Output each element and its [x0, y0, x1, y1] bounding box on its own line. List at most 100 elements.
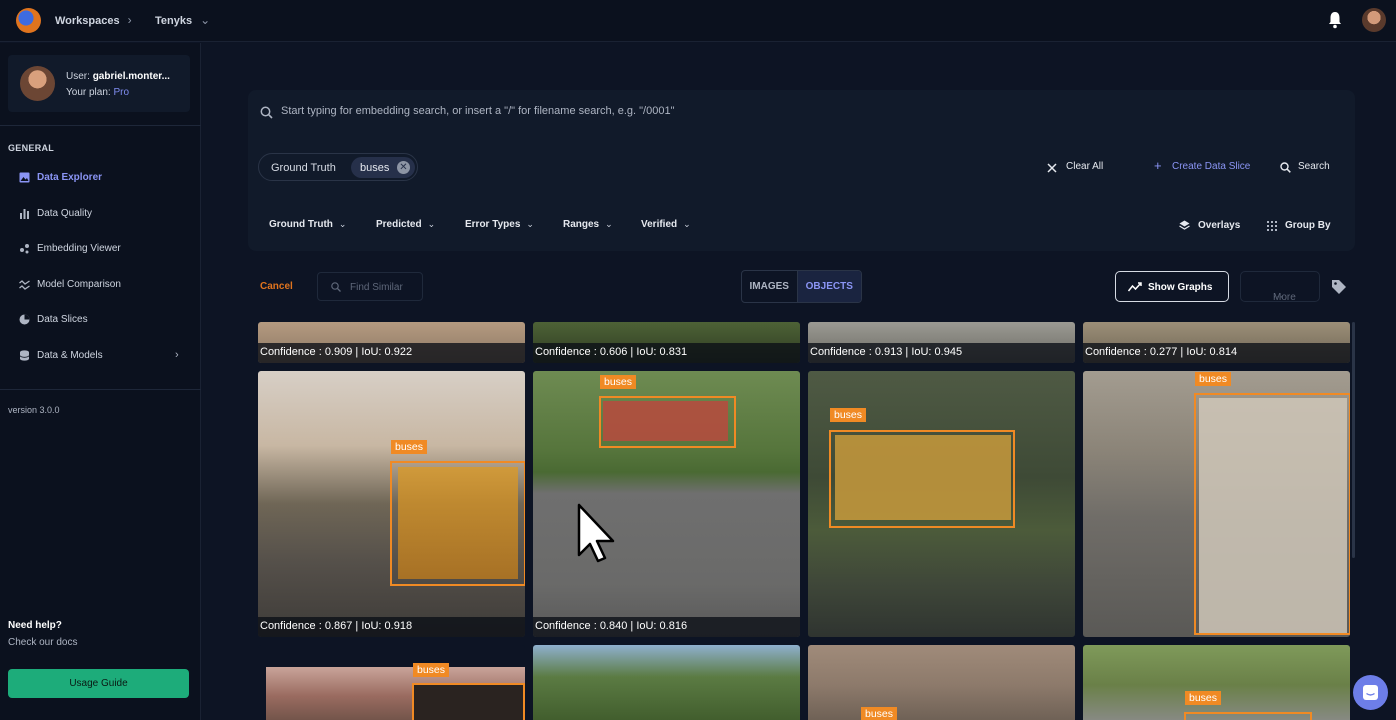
- breadcrumb-project[interactable]: Tenyks ⌄: [155, 13, 210, 27]
- result-card[interactable]: buses: [808, 645, 1075, 720]
- sidebar-item-data-explorer[interactable]: Data Explorer: [0, 162, 201, 192]
- confidence-label: Confidence : 0.867 | IoU: 0.918: [258, 617, 525, 637]
- tag-icon[interactable]: [1331, 279, 1347, 295]
- filter-ground-truth[interactable]: Ground Truth ⌄: [269, 219, 346, 230]
- chevron-down-icon: ⌄: [338, 219, 347, 229]
- search-input[interactable]: Start typing for embedding search, or in…: [281, 105, 675, 117]
- sidebar-item-embedding-viewer[interactable]: Embedding Viewer: [0, 233, 201, 263]
- remove-chip-icon[interactable]: ✕: [397, 161, 410, 174]
- filter-predicted[interactable]: Predicted ⌄: [376, 219, 435, 230]
- mouse-cursor-icon: [577, 503, 615, 563]
- trend-icon: [1128, 282, 1142, 292]
- divider: [0, 125, 201, 126]
- cancel-button[interactable]: Cancel: [260, 281, 293, 292]
- user-card: User: gabriel.monter... Your plan: Pro: [8, 55, 190, 112]
- chip-label: Ground Truth: [271, 162, 336, 174]
- result-card[interactable]: buses: [1083, 645, 1350, 720]
- close-icon: [1047, 163, 1057, 173]
- result-card[interactable]: buses: [1083, 371, 1350, 637]
- filter-ranges[interactable]: Ranges ⌄: [563, 219, 613, 230]
- result-card[interactable]: [533, 645, 800, 720]
- bell-icon[interactable]: [1327, 11, 1343, 29]
- image-icon: [19, 172, 30, 182]
- filter-error-types[interactable]: Error Types ⌄: [465, 219, 534, 230]
- box-label: buses: [830, 408, 867, 422]
- user-plan-line: Your plan: Pro: [66, 87, 130, 98]
- user-name-line: User: gabriel.monter...: [66, 71, 170, 82]
- group-by-button[interactable]: Group By: [1285, 220, 1331, 231]
- chevron-down-icon: ⌄: [427, 219, 436, 229]
- search-icon: [331, 282, 341, 292]
- scatter-icon: [20, 243, 29, 253]
- box-label: buses: [391, 440, 428, 454]
- search-icon: [1280, 162, 1291, 173]
- view-toggle: IMAGES OBJECTS: [741, 270, 862, 303]
- breadcrumb-workspaces[interactable]: Workspaces ›: [55, 13, 132, 27]
- chip-value: buses ✕: [351, 157, 415, 178]
- chat-launcher-button[interactable]: [1353, 675, 1388, 710]
- chevron-right-icon: ›: [175, 349, 179, 361]
- chevron-right-icon: ›: [127, 13, 132, 27]
- tab-images[interactable]: IMAGES: [742, 271, 798, 302]
- filter-verified[interactable]: Verified ⌄: [641, 219, 691, 230]
- sidebar: User: gabriel.monter... Your plan: Pro G…: [0, 43, 201, 720]
- result-card[interactable]: buses Confidence : 0.867 | IoU: 0.918: [258, 371, 525, 637]
- user-avatar: [20, 66, 55, 101]
- result-card[interactable]: Confidence : 0.913 | IoU: 0.945: [808, 322, 1075, 363]
- confidence-label: Confidence : 0.913 | IoU: 0.945: [808, 343, 1075, 363]
- docs-link[interactable]: Check our docs: [8, 637, 77, 648]
- sidebar-item-data-quality[interactable]: Data Quality: [0, 198, 201, 228]
- app-logo[interactable]: [16, 8, 41, 33]
- search-button[interactable]: Search: [1298, 161, 1330, 172]
- box-label: buses: [600, 375, 637, 389]
- results-grid: Confidence : 0.909 | IoU: 0.922 Confiden…: [258, 322, 1351, 720]
- bounding-box: [412, 683, 525, 720]
- chevron-down-icon: ⌄: [683, 219, 691, 229]
- confidence-label: Confidence : 0.840 | IoU: 0.816: [533, 617, 800, 637]
- box-label: buses: [1185, 691, 1222, 705]
- result-card[interactable]: Confidence : 0.606 | IoU: 0.831: [533, 322, 800, 363]
- search-panel: Start typing for embedding search, or in…: [248, 90, 1355, 251]
- plus-icon: +: [1154, 158, 1162, 173]
- result-card[interactable]: buses Confidence : 0.840 | IoU: 0.816: [533, 371, 800, 637]
- bar-chart-icon: [20, 208, 29, 219]
- result-card[interactable]: Confidence : 0.909 | IoU: 0.922: [258, 322, 525, 363]
- sidebar-item-data-slices[interactable]: Data Slices: [0, 304, 201, 334]
- box-label: buses: [861, 707, 898, 720]
- layers-icon: [1179, 220, 1190, 230]
- confidence-label: Confidence : 0.606 | IoU: 0.831: [533, 343, 800, 363]
- chevron-down-icon: ⌄: [200, 13, 211, 27]
- find-similar-button[interactable]: Find Similar: [317, 272, 423, 301]
- overlays-button[interactable]: Overlays: [1198, 220, 1240, 231]
- chevron-down-icon: ⌄: [526, 219, 534, 229]
- create-data-slice-button[interactable]: Create Data Slice: [1172, 161, 1250, 172]
- pie-icon: [19, 314, 30, 324]
- chat-icon: [1363, 685, 1378, 700]
- tab-objects[interactable]: OBJECTS: [797, 271, 861, 302]
- bounding-box: [1194, 393, 1350, 635]
- confidence-label: Confidence : 0.277 | IoU: 0.814: [1083, 343, 1350, 363]
- box-label: buses: [1195, 372, 1232, 386]
- top-bar: Workspaces › Tenyks ⌄: [0, 0, 1396, 42]
- show-graphs-button[interactable]: Show Graphs: [1115, 271, 1229, 302]
- more-button[interactable]: ⋯ More: [1240, 271, 1320, 303]
- database-icon: [19, 349, 30, 361]
- result-card[interactable]: Confidence : 0.277 | IoU: 0.814: [1083, 322, 1350, 363]
- bounding-box: [1184, 712, 1312, 720]
- usage-guide-button[interactable]: Usage Guide: [8, 669, 189, 698]
- result-card[interactable]: buses: [808, 371, 1075, 637]
- filter-chip[interactable]: Ground Truth buses ✕: [258, 153, 418, 181]
- section-heading: GENERAL: [8, 143, 55, 153]
- result-card[interactable]: buses: [258, 645, 525, 720]
- help-title: Need help?: [8, 620, 62, 631]
- bus-image: [398, 467, 518, 579]
- search-icon: [260, 106, 273, 119]
- sidebar-item-data-models[interactable]: Data & Models ›: [0, 340, 201, 370]
- sidebar-item-model-comparison[interactable]: Model Comparison: [0, 269, 201, 299]
- chevron-down-icon: ⌄: [605, 219, 613, 229]
- avatar[interactable]: [1362, 8, 1386, 32]
- grid-icon: [1267, 221, 1277, 231]
- scrollbar[interactable]: [1352, 322, 1355, 558]
- clear-all-button[interactable]: Clear All: [1066, 161, 1103, 172]
- bounding-box: [599, 396, 736, 448]
